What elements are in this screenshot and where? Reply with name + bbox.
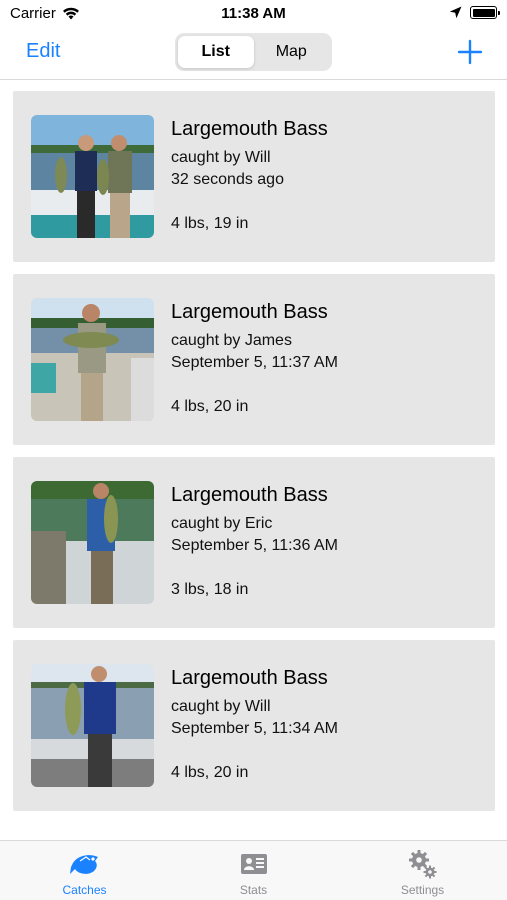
clock: 11:38 AM <box>221 5 286 22</box>
catch-details: Largemouth Bass caught by James Septembe… <box>171 300 481 374</box>
catch-time-label: September 5, 11:37 AM <box>171 354 338 371</box>
edit-button[interactable]: Edit <box>26 40 60 63</box>
tab-bar: Catches Stats Settings <box>0 840 507 900</box>
status-right <box>449 6 500 19</box>
plus-icon[interactable] <box>457 39 483 65</box>
catch-details: Largemouth Bass caught by Eric September… <box>171 483 481 557</box>
tab-settings-label: Settings <box>400 883 445 897</box>
catch-time-label: September 5, 11:34 AM <box>171 720 338 737</box>
angler-label: caught by Will <box>171 149 271 166</box>
catch-card[interactable]: Largemouth Bass caught by James Septembe… <box>13 274 495 445</box>
weight-length-label: 4 lbs, 20 in <box>171 764 249 781</box>
list-map-segmented-control[interactable]: List Map <box>175 33 332 71</box>
fish-icon <box>69 855 98 874</box>
species-label: Largemouth Bass <box>171 118 328 140</box>
species-label: Largemouth Bass <box>171 667 328 689</box>
gears-icon <box>408 850 436 879</box>
weight-length-label: 4 lbs, 19 in <box>171 215 249 232</box>
angler-label: caught by Will <box>171 698 271 715</box>
status-bar: Carrier 11:38 AM <box>0 0 507 28</box>
catch-photo <box>31 481 154 604</box>
tab-stats-label: Stats <box>239 883 268 897</box>
catch-card[interactable]: Largemouth Bass caught by Will 32 second… <box>13 91 495 262</box>
angler-label: caught by Eric <box>171 515 273 532</box>
location-arrow-icon <box>449 6 462 19</box>
segment-list[interactable]: List <box>178 36 254 68</box>
species-label: Largemouth Bass <box>171 301 328 323</box>
catch-photo <box>31 115 154 238</box>
tab-settings[interactable]: Settings <box>338 841 507 900</box>
catch-photo <box>31 664 154 787</box>
weight-length-label: 4 lbs, 20 in <box>171 398 249 415</box>
tab-stats[interactable]: Stats <box>169 841 338 900</box>
catch-photo <box>31 298 154 421</box>
tab-catches[interactable]: Catches <box>0 841 169 900</box>
weight-length-label: 3 lbs, 18 in <box>171 581 249 598</box>
catch-details: Largemouth Bass caught by Will 32 second… <box>171 117 481 191</box>
catch-list: Largemouth Bass caught by Will 32 second… <box>13 91 495 823</box>
battery-level <box>472 8 495 17</box>
navigation-bar: Edit List Map <box>0 28 507 80</box>
angler-label: caught by James <box>171 332 292 349</box>
segment-map[interactable]: Map <box>254 36 330 68</box>
species-label: Largemouth Bass <box>171 484 328 506</box>
tab-catches-label: Catches <box>62 883 107 897</box>
catch-card[interactable]: Largemouth Bass caught by Will September… <box>13 640 495 811</box>
stats-card-icon <box>240 854 267 874</box>
catch-time-label: September 5, 11:36 AM <box>171 537 338 554</box>
catch-time-label: 32 seconds ago <box>171 171 284 188</box>
catch-card[interactable]: Largemouth Bass caught by Eric September… <box>13 457 495 628</box>
battery-icon <box>470 6 500 19</box>
catch-details: Largemouth Bass caught by Will September… <box>171 666 481 740</box>
